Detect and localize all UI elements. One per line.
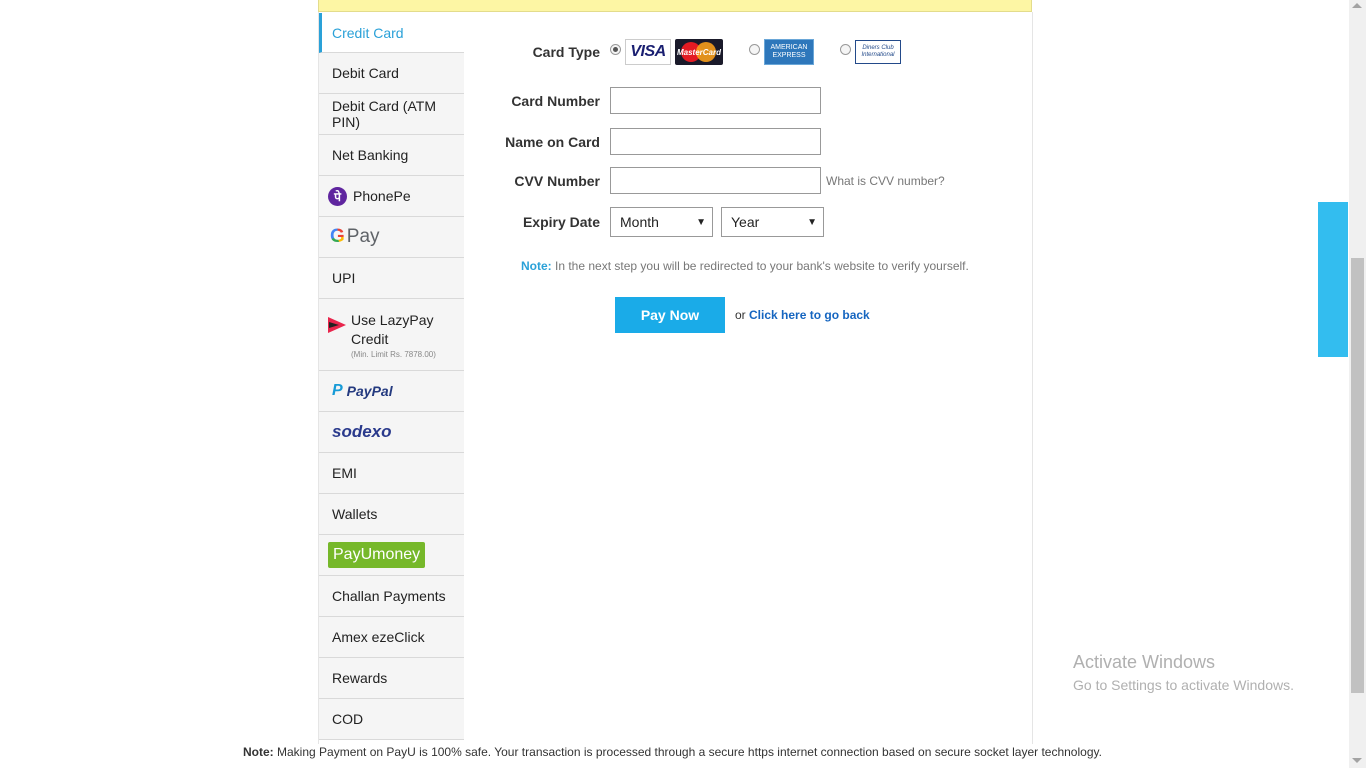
name-on-card-row: Name on Card [465,128,821,155]
sidebar-item-amex-ezeclick[interactable]: Amex ezeClick [319,617,464,658]
go-back-text: or Click here to go back [735,308,870,322]
visa-logo: VISA [625,39,671,65]
name-on-card-input[interactable] [610,128,821,155]
mastercard-logo: MasterCard [675,39,723,65]
paypal-logo: P PayPal [332,382,393,400]
card-number-input[interactable] [610,87,821,114]
footer-note-keyword: Note: [243,745,274,759]
card-type-radio-visa-mastercard[interactable] [610,43,621,55]
expiry-month-value: Month [620,214,659,230]
sidebar-item-net-banking[interactable]: Net Banking [319,135,464,176]
card-number-label: Card Number [511,92,600,109]
dropdown-caret-icon: ▼ [807,216,817,228]
payumoney-logo: PayUmoney [328,542,426,568]
footer-note-text: Making Payment on PayU is 100% safe. You… [273,745,1102,759]
card-number-row: Card Number [465,87,821,114]
note-keyword: Note: [521,259,552,273]
sidebar-item-credit-card[interactable]: Credit Card [319,13,464,53]
sidebar-item-lazypay[interactable]: Use LazyPay Credit (Min. Limit Rs. 7878.… [319,299,464,371]
watermark-title: Activate Windows [1073,652,1216,672]
sidebar-item-label: Use LazyPay Credit [351,312,434,347]
cvv-row: CVV Number What is CVV number? [465,167,945,194]
sidebar-item-challan-payments[interactable]: Challan Payments [319,576,464,617]
paypal-icon: P [332,382,343,399]
note-text: In the next step you will be redirected … [551,259,969,273]
sidebar-item-sodexo[interactable]: sodexo [319,412,464,453]
sidebar-item-google-pay[interactable]: G Pay [319,217,464,258]
security-note: Note: Making Payment on PayU is 100% saf… [243,745,1102,759]
sidebar-item-emi[interactable]: EMI [319,453,464,494]
sidebar-item-paypal[interactable]: P PayPal [319,371,464,412]
expiry-year-select[interactable]: Year ▼ [721,207,824,237]
pay-now-button[interactable]: Pay Now [615,297,725,333]
card-type-row: Card Type VISA MasterCard AMERICAN EXPRE… [465,39,905,65]
name-on-card-label: Name on Card [505,133,600,150]
sidebar-item-label: PayPal [346,383,393,399]
diners-club-logo: Diners Club International [855,40,901,64]
go-back-link[interactable]: Click here to go back [749,308,870,322]
expiry-month-select[interactable]: Month ▼ [610,207,713,237]
amex-logo: AMERICAN EXPRESS [764,39,814,65]
top-notice-banner [318,0,1032,12]
sidebar-item-cod[interactable]: COD [319,699,464,740]
sidebar-item-rewards[interactable]: Rewards [319,658,464,699]
lazypay-min-limit: (Min. Limit Rs. 7878.00) [351,350,436,359]
cvv-label: CVV Number [514,172,600,189]
sidebar-item-upi[interactable]: UPI [319,258,464,299]
side-feedback-tab[interactable] [1318,202,1348,357]
sidebar-item-label: Pay [346,226,380,247]
sidebar-item-debit-card-atm-pin[interactable]: Debit Card (ATM PIN) [319,94,464,135]
lazypay-icon [328,317,346,333]
sidebar-item-label: PhonePe [353,188,411,204]
sidebar-item-wallets[interactable]: Wallets [319,494,464,535]
card-type-radio-diners[interactable] [840,43,851,55]
dropdown-caret-icon: ▼ [696,216,706,228]
sidebar-item-debit-card[interactable]: Debit Card [319,53,464,94]
expiry-year-value: Year [731,214,760,230]
payment-method-sidebar: Credit Card Debit Card Debit Card (ATM P… [319,13,464,740]
expiry-date-label: Expiry Date [522,214,600,230]
expiry-date-row: Expiry Date Month ▼ Year ▼ [465,207,832,237]
phonepe-icon: पे [328,186,347,206]
scroll-up-arrow-icon[interactable] [1352,3,1362,8]
cvv-help-link[interactable]: What is CVV number? [826,174,945,188]
redirect-note: Note: In the next step you will be redir… [521,259,969,273]
sidebar-item-payumoney[interactable]: PayUmoney [319,535,464,576]
scrollbar-thumb[interactable] [1351,258,1364,693]
sidebar-item-phonepe[interactable]: पे PhonePe [319,176,464,217]
google-g-icon: G [330,226,345,247]
watermark-subtitle: Go to Settings to activate Windows. [1073,677,1294,693]
scroll-down-arrow-icon[interactable] [1352,758,1362,763]
windows-activation-watermark: Activate Windows Go to Settings to activ… [1073,652,1294,693]
card-type-radio-amex[interactable] [749,43,760,55]
card-type-label: Card Type [532,44,600,60]
google-pay-logo: G Pay [330,226,380,248]
sodexo-logo: sodexo [332,422,392,441]
cvv-input[interactable] [610,167,821,194]
